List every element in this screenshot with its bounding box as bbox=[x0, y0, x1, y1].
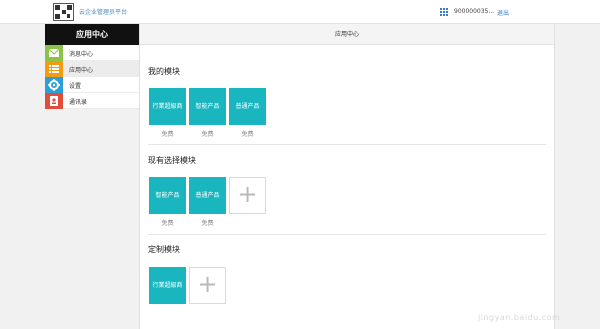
logout-link[interactable]: 退出 bbox=[497, 8, 509, 17]
sidebar-item-contacts[interactable]: 通讯录 bbox=[45, 93, 139, 109]
price-label: 免费 bbox=[201, 131, 214, 138]
section-divider bbox=[148, 144, 546, 145]
module-tile[interactable]: 普通产品 bbox=[229, 88, 266, 125]
module-tile[interactable]: 智能产品 bbox=[149, 177, 186, 214]
section-title: 我的模块 bbox=[148, 67, 180, 76]
section-custom-modules: 定制模块 bbox=[148, 244, 546, 255]
section-title: 现有选择模块 bbox=[148, 156, 196, 165]
add-module-button[interactable]: + bbox=[229, 177, 266, 214]
section-title: 定制模块 bbox=[148, 245, 180, 254]
sidebar-title: 应用中心 bbox=[45, 24, 139, 45]
gear-icon bbox=[45, 77, 63, 93]
qr-code-logo bbox=[53, 3, 74, 21]
sidebar-item-label: 设置 bbox=[69, 83, 82, 90]
sidebar-item-messages[interactable]: 消息中心 bbox=[45, 45, 139, 61]
module-tile[interactable]: 行業超級商 bbox=[149, 88, 186, 125]
sidebar-item-settings[interactable]: 设置 bbox=[45, 77, 139, 93]
list-icon bbox=[45, 61, 63, 77]
sidebar-item-app-center[interactable]: 应用中心 bbox=[45, 61, 139, 77]
module-tile[interactable]: 普通产品 bbox=[189, 177, 226, 214]
add-module-button[interactable]: + bbox=[189, 267, 226, 304]
page-title: 应用中心 bbox=[140, 24, 554, 45]
sidebar-item-label: 消息中心 bbox=[69, 51, 94, 58]
platform-name[interactable]: 云企业管理员平台 bbox=[79, 7, 127, 16]
price-label: 免费 bbox=[201, 220, 214, 227]
price-label: 免费 bbox=[241, 131, 254, 138]
watermark: jingyan.baidu.com bbox=[478, 313, 561, 322]
top-bar: 云企业管理员平台 900000035... 退出 bbox=[0, 0, 600, 24]
price-label: 免费 bbox=[161, 220, 174, 227]
contacts-icon bbox=[45, 93, 63, 109]
module-tile[interactable]: 行業超級商 bbox=[149, 267, 186, 304]
sidebar: 应用中心 消息中心 应用中心 设置 通讯录 bbox=[45, 24, 139, 329]
main-panel: 应用中心 我的模块 行業超級商 智能产品 普通产品 免费 免费 免费 现有选择模… bbox=[139, 24, 555, 329]
user-account[interactable]: 900000035... bbox=[454, 8, 494, 15]
module-tile[interactable]: 智能产品 bbox=[189, 88, 226, 125]
apps-grid-icon[interactable] bbox=[440, 8, 448, 16]
sidebar-item-label: 通讯录 bbox=[69, 99, 88, 106]
sidebar-item-label: 应用中心 bbox=[69, 67, 94, 74]
section-divider bbox=[148, 234, 546, 235]
section-available-modules: 现有选择模块 bbox=[148, 155, 546, 166]
price-label: 免费 bbox=[161, 131, 174, 138]
mail-icon bbox=[45, 45, 63, 61]
section-my-modules: 我的模块 bbox=[148, 66, 546, 77]
